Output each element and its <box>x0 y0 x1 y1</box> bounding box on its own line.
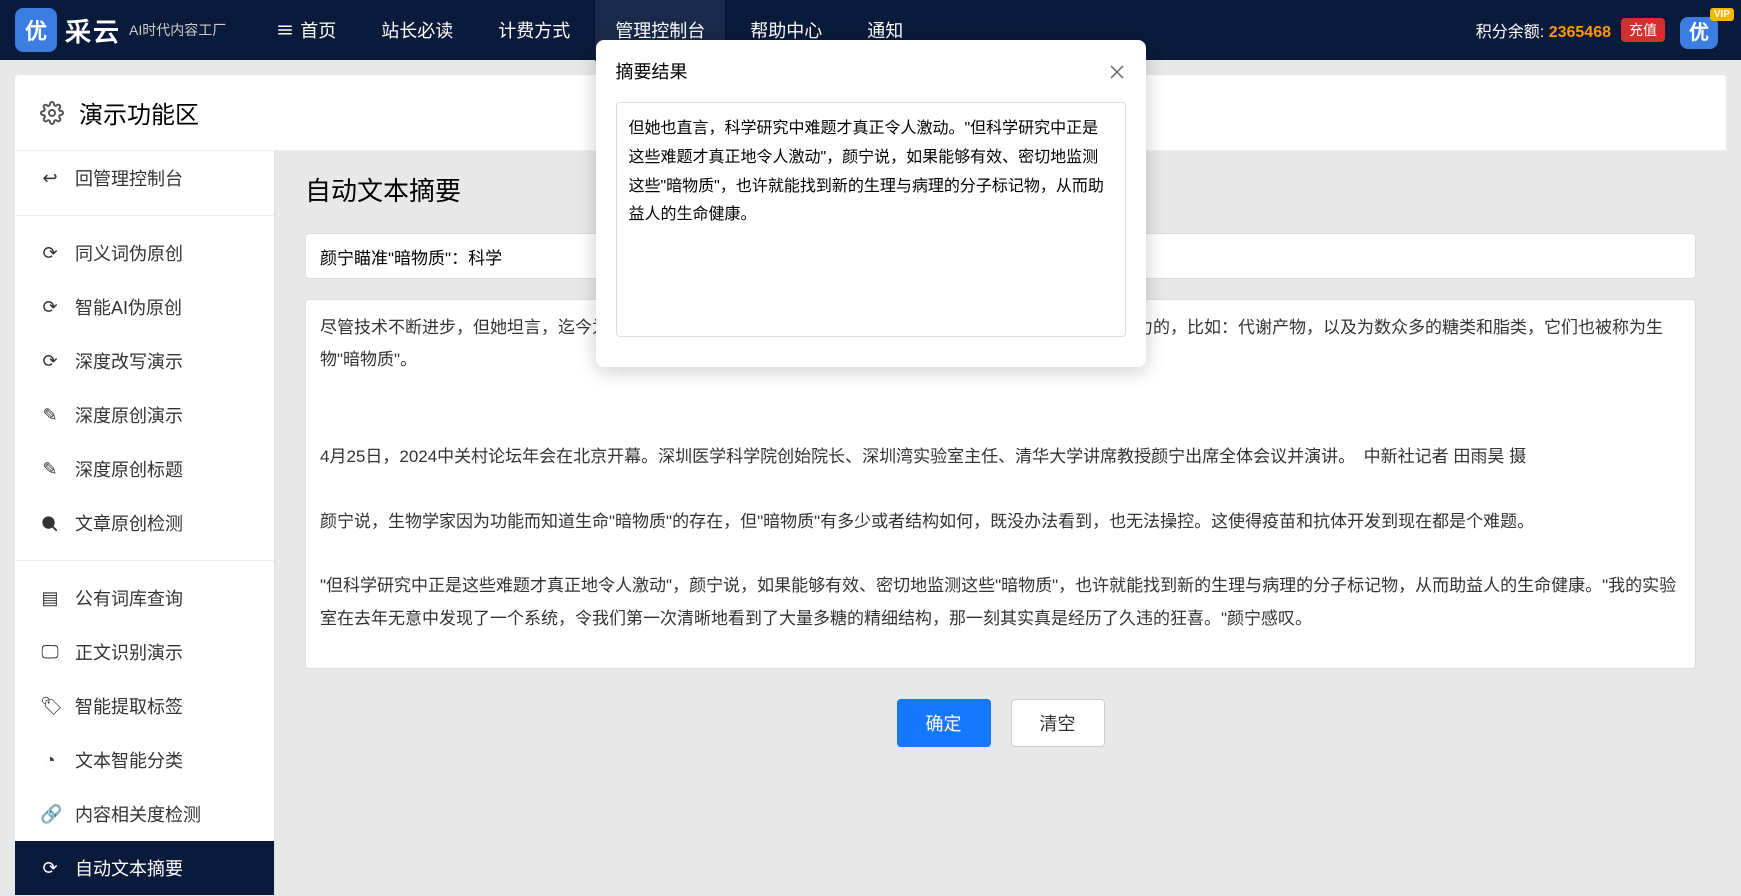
refresh-icon: ⟳ <box>40 243 60 264</box>
vip-badge[interactable]: 优 VIP <box>1680 16 1726 45</box>
sidebar-label: 内容相关度检测 <box>75 801 201 827</box>
close-icon <box>1108 63 1126 81</box>
sidebar-item-classify[interactable]: ◔ 文本智能分类 <box>15 733 274 787</box>
sidebar-item-summary[interactable]: ⟳ 自动文本摘要 <box>15 841 274 895</box>
sidebar-item-ai-rewrite[interactable]: ⟳ 智能AI伪原创 <box>15 280 274 334</box>
sidebar: ↩ 回管理控制台 ⟳ 同义词伪原创 ⟳ 智能AI伪原创 ⟳ 深度改写演示 ✎ 深度原创演… <box>15 151 275 895</box>
vip-tag: VIP <box>1710 8 1734 21</box>
summary-output[interactable] <box>616 102 1126 337</box>
sidebar-label: 智能提取标签 <box>75 693 183 719</box>
sidebar-item-body-detect[interactable]: 🖵 正文识别演示 <box>15 625 274 679</box>
sidebar-back[interactable]: ↩ 回管理控制台 <box>15 151 274 205</box>
sidebar-label: 自动文本摘要 <box>75 855 183 881</box>
sidebar-item-synonym[interactable]: ⟳ 同义词伪原创 <box>15 226 274 280</box>
points-value: 2365468 <box>1549 24 1611 41</box>
sidebar-label: 深度原创演示 <box>75 402 183 428</box>
refresh-icon: ⟳ <box>40 297 60 318</box>
nav-label: 站长必读 <box>381 17 453 43</box>
sidebar-item-deep-title[interactable]: ✎ 深度原创标题 <box>15 442 274 496</box>
nav-billing[interactable]: 计费方式 <box>478 0 590 61</box>
points-balance: 积分余额: 2365468 <box>1476 18 1611 42</box>
nav-home[interactable]: 首页 <box>256 0 356 61</box>
logo-subtitle: AI时代内容工厂 <box>129 20 226 40</box>
logo[interactable]: 优 采云 AI时代内容工厂 <box>15 8 226 52</box>
refresh-icon: ⟳ <box>40 858 60 879</box>
page-title: 演示功能区 <box>79 95 199 130</box>
sidebar-label: 智能AI伪原创 <box>75 294 182 320</box>
edit-icon: ✎ <box>40 405 60 426</box>
pie-icon: ◔ <box>40 750 60 771</box>
sidebar-item-deep-rewrite[interactable]: ⟳ 深度改写演示 <box>15 334 274 388</box>
sidebar-label: 同义词伪原创 <box>75 240 183 266</box>
gear-icon <box>40 101 64 125</box>
refresh-icon: ⟳ <box>40 351 60 372</box>
sidebar-label: 回管理控制台 <box>75 165 183 191</box>
vip-logo-icon: 优 <box>1680 17 1718 49</box>
sidebar-label: 公有词库查询 <box>75 585 183 611</box>
recharge-button[interactable]: 充值 <box>1621 18 1665 42</box>
confirm-button[interactable]: 确定 <box>897 699 991 747</box>
modal-title: 摘要结果 <box>616 58 688 84</box>
book-icon: ▤ <box>40 588 60 609</box>
sidebar-label: 文章原创检测 <box>75 510 183 536</box>
sidebar-label: 深度改写演示 <box>75 348 183 374</box>
sidebar-item-deep-original[interactable]: ✎ 深度原创演示 <box>15 388 274 442</box>
modal-close-button[interactable] <box>1108 58 1126 84</box>
logo-text: 采云 <box>65 12 121 49</box>
nav-label: 首页 <box>300 17 336 43</box>
list-icon <box>276 21 294 39</box>
nav-mustread[interactable]: 站长必读 <box>361 0 473 61</box>
points-label: 积分余额: <box>1476 24 1544 41</box>
monitor-icon: 🖵 <box>40 642 60 663</box>
sidebar-item-dictionary[interactable]: ▤ 公有词库查询 <box>15 571 274 625</box>
sidebar-item-plagiarism[interactable]: 文章原创检测 <box>15 496 274 550</box>
sidebar-label: 深度原创标题 <box>75 456 183 482</box>
sidebar-label: 正文识别演示 <box>75 639 183 665</box>
nav-label: 计费方式 <box>498 17 570 43</box>
summary-modal: 摘要结果 <box>596 40 1146 367</box>
tag-icon: 🏷 <box>40 696 60 717</box>
back-arrow-icon: ↩ <box>40 168 60 189</box>
sidebar-item-relevance[interactable]: 🔗 内容相关度检测 <box>15 787 274 841</box>
sidebar-label: 文本智能分类 <box>75 747 183 773</box>
sidebar-item-tags[interactable]: 🏷 智能提取标签 <box>15 679 274 733</box>
clear-button[interactable]: 清空 <box>1011 699 1105 747</box>
link-icon: 🔗 <box>40 804 60 825</box>
edit-icon: ✎ <box>40 459 60 480</box>
logo-badge: 优 <box>15 8 57 52</box>
search-icon <box>40 513 60 534</box>
